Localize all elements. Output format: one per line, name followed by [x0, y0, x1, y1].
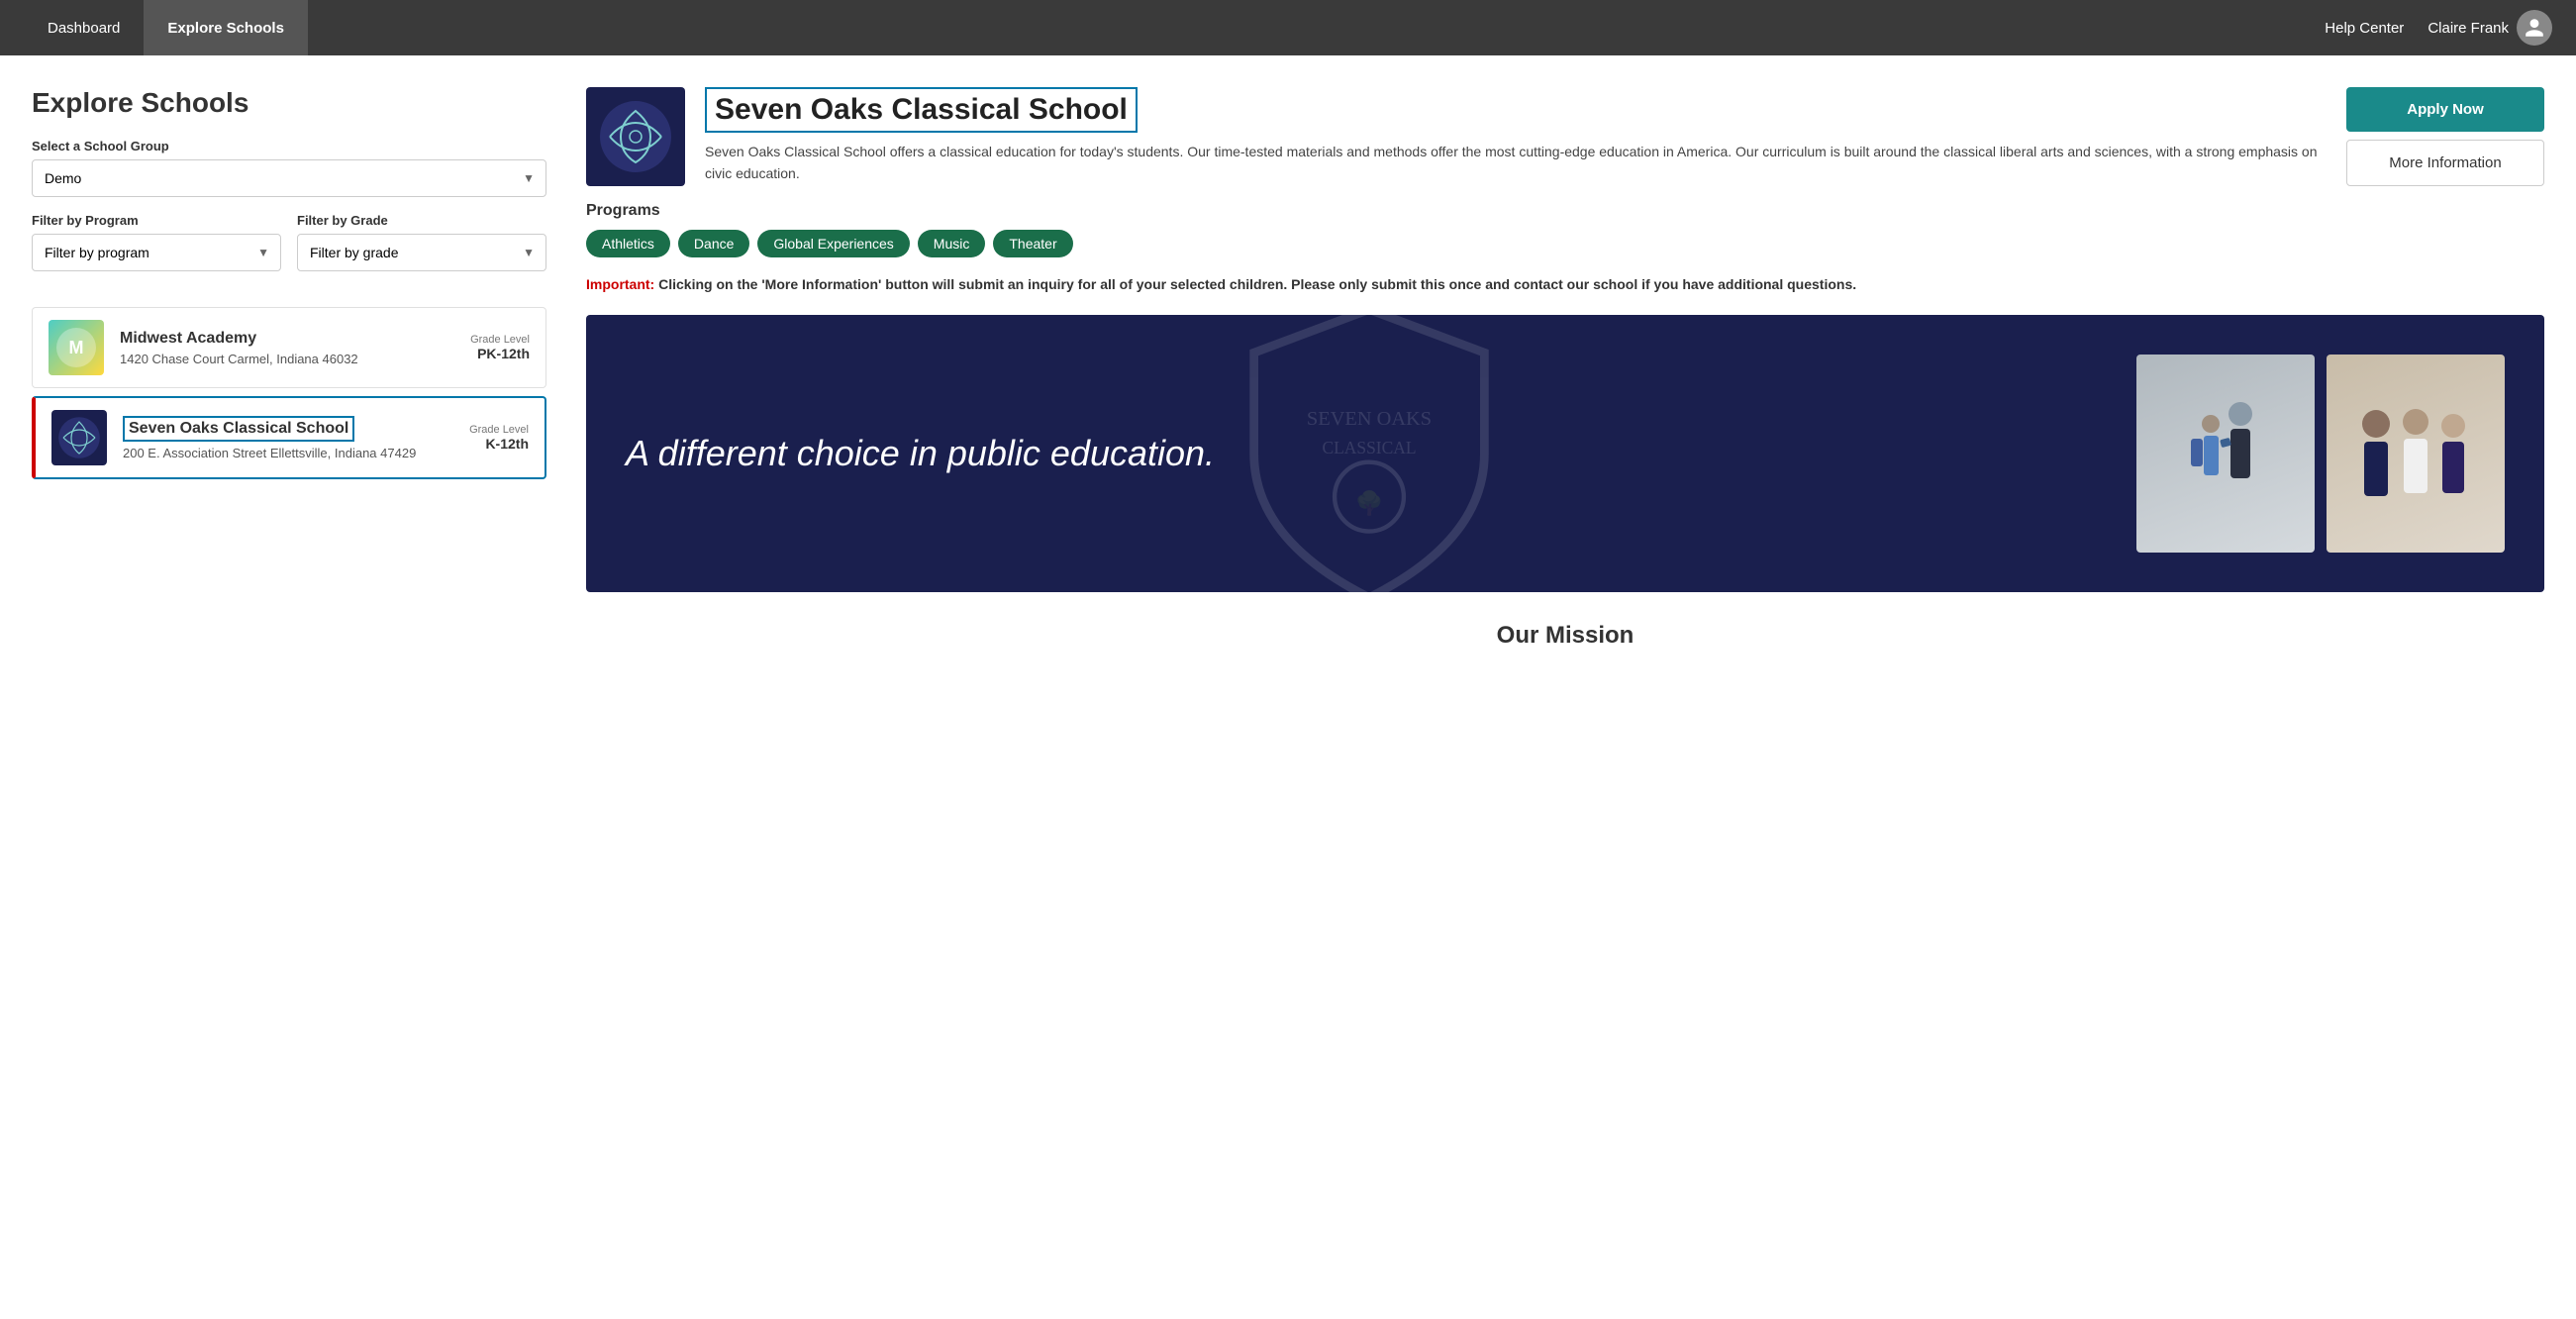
banner-photos [2136, 355, 2505, 553]
filter-grade-col: Filter by Grade Filter by grade ▼ [297, 213, 546, 287]
grade-label-midwest: Grade Level [470, 334, 530, 346]
more-information-button[interactable]: More Information [2346, 140, 2544, 186]
nav-help-center[interactable]: Help Center [2325, 20, 2404, 37]
action-buttons: Apply Now More Information [2346, 87, 2544, 186]
grade-value-sevenoaks: K-12th [469, 436, 529, 452]
school-list: M Midwest Academy 1420 Chase Court Carme… [32, 307, 546, 479]
nav-user-name: Claire Frank [2427, 20, 2509, 37]
program-tag-global[interactable]: Global Experiences [757, 230, 909, 257]
school-address-sevenoaks: 200 E. Association Street Ellettsville, … [123, 446, 453, 460]
program-tag-dance[interactable]: Dance [678, 230, 749, 257]
school-item-sevenoaks[interactable]: Seven Oaks Classical School 200 E. Assoc… [32, 396, 546, 479]
svg-text:SEVEN OAKS: SEVEN OAKS [1307, 408, 1432, 430]
grade-label-sevenoaks: Grade Level [469, 424, 529, 436]
filter-program-select[interactable]: Filter by program [32, 234, 281, 271]
filter-grade-wrapper: Filter by grade ▼ [297, 234, 546, 271]
school-info-sevenoaks: Seven Oaks Classical School 200 E. Assoc… [123, 416, 453, 460]
nav-dashboard[interactable]: Dashboard [24, 0, 144, 55]
page-title: Explore Schools [32, 87, 546, 119]
school-header: Seven Oaks Classical School Seven Oaks C… [586, 87, 2544, 186]
banner-text: A different choice in public education. [626, 431, 2117, 477]
nav-right: Help Center Claire Frank [2325, 10, 2552, 46]
school-name-sevenoaks: Seven Oaks Classical School [123, 416, 354, 442]
school-info-midwest: Midwest Academy 1420 Chase Court Carmel,… [120, 330, 454, 366]
filter-program-wrapper: Filter by program ▼ [32, 234, 281, 271]
grade-value-midwest: PK-12th [470, 346, 530, 361]
notice-text: Clicking on the 'More Information' butto… [658, 276, 1856, 292]
nav-explore-schools[interactable]: Explore Schools [144, 0, 308, 55]
school-group-select[interactable]: Demo [32, 159, 546, 197]
grade-info-sevenoaks: Grade Level K-12th [469, 424, 529, 452]
important-label: Important: [586, 276, 654, 292]
school-logo-midwest: M [49, 320, 104, 375]
filter-row: Filter by Program Filter by program ▼ Fi… [32, 213, 546, 287]
program-tags: Athletics Dance Global Experiences Music… [586, 230, 2544, 257]
grade-info-midwest: Grade Level PK-12th [470, 334, 530, 361]
our-mission-heading: Our Mission [586, 612, 2544, 650]
school-logo-large [586, 87, 685, 186]
school-banner: SEVEN OAKS CLASSICAL 🌳 A different choic… [586, 315, 2544, 592]
banner-photo-2 [2327, 355, 2505, 553]
nav-user[interactable]: Claire Frank [2427, 10, 2552, 46]
school-description: Seven Oaks Classical School offers a cla… [705, 141, 2327, 185]
filter-grade-select[interactable]: Filter by grade [297, 234, 546, 271]
school-group-select-wrapper: Demo ▼ [32, 159, 546, 197]
avatar [2517, 10, 2552, 46]
svg-text:M: M [69, 338, 84, 357]
apply-now-button[interactable]: Apply Now [2346, 87, 2544, 132]
programs-section: Programs Athletics Dance Global Experien… [586, 202, 2544, 257]
school-item-midwest[interactable]: M Midwest Academy 1420 Chase Court Carme… [32, 307, 546, 388]
right-panel: Seven Oaks Classical School Seven Oaks C… [586, 87, 2544, 650]
program-tag-athletics[interactable]: Athletics [586, 230, 670, 257]
filter-program-col: Filter by Program Filter by program ▼ [32, 213, 281, 287]
school-title-area: Seven Oaks Classical School Seven Oaks C… [705, 87, 2327, 186]
top-nav: Dashboard Explore Schools Help Center Cl… [0, 0, 2576, 55]
banner-photo-1 [2136, 355, 2315, 553]
school-name-midwest: Midwest Academy [120, 330, 454, 348]
svg-text:🌳: 🌳 [1355, 490, 1384, 518]
important-notice: Important: Clicking on the 'More Informa… [586, 273, 2544, 295]
program-tag-theater[interactable]: Theater [993, 230, 1072, 257]
select-group-label: Select a School Group [32, 139, 546, 153]
program-tag-music[interactable]: Music [918, 230, 986, 257]
left-panel: Explore Schools Select a School Group De… [32, 87, 546, 650]
programs-title: Programs [586, 202, 2544, 220]
filter-grade-label: Filter by Grade [297, 213, 546, 228]
filter-program-label: Filter by Program [32, 213, 281, 228]
school-main-title: Seven Oaks Classical School [705, 87, 1138, 133]
school-logo-sevenoaks [51, 410, 107, 465]
page-content: Explore Schools Select a School Group De… [0, 55, 2576, 681]
school-address-midwest: 1420 Chase Court Carmel, Indiana 46032 [120, 352, 454, 366]
